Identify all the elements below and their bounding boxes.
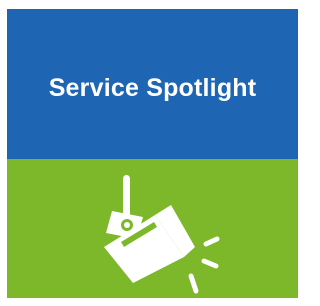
tile-icon-area — [7, 159, 298, 298]
spotlight-rays — [188, 236, 220, 294]
spotlight-mount-post — [123, 175, 130, 217]
service-spotlight-tile[interactable]: Service Spotlight — [7, 9, 298, 298]
spotlight-icon — [104, 175, 220, 294]
tile-title: Service Spotlight — [48, 73, 257, 102]
tile-header: Service Spotlight — [7, 9, 298, 159]
